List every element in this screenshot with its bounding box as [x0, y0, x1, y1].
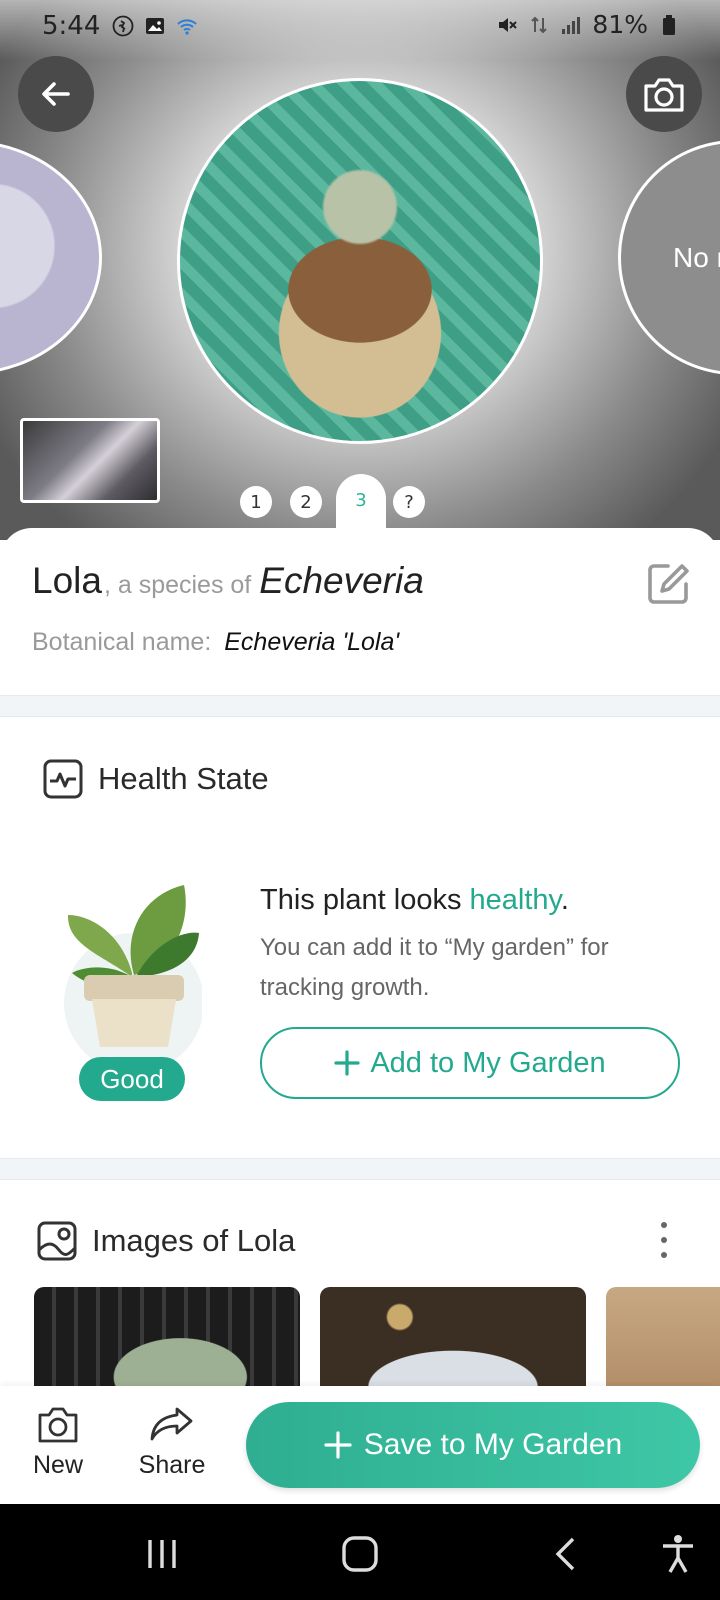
more-dot [661, 1222, 667, 1228]
recent-apps-button[interactable] [140, 1532, 184, 1576]
new-button[interactable]: New [30, 1405, 86, 1480]
healthy-plant-illustration [62, 875, 204, 1073]
plant-genus[interactable]: Echeveria [259, 560, 424, 602]
home-button[interactable] [338, 1532, 382, 1576]
carousel-photo-next[interactable]: No r [618, 140, 720, 375]
more-options-button[interactable] [654, 1222, 674, 1258]
save-to-garden-button[interactable]: Save to My Garden [246, 1402, 700, 1488]
health-status-badge: Good [79, 1057, 185, 1101]
status-bar: 5:44 81% [0, 0, 720, 52]
battery-percent: 81% [592, 10, 648, 39]
carousel-pager: 1 2 3 ? [0, 474, 720, 534]
activity-icon [112, 15, 134, 37]
camera-button[interactable] [626, 56, 702, 132]
plant-info-card [0, 528, 720, 688]
more-dot [661, 1237, 667, 1243]
add-to-garden-label: Add to My Garden [370, 1046, 606, 1079]
botanical-name-value: Echeveria 'Lola' [224, 628, 400, 656]
no-photo-label: No r [673, 241, 720, 273]
pager-dot-unknown[interactable]: ? [393, 486, 425, 518]
camera-icon [644, 78, 684, 112]
carousel-photo-previous[interactable] [0, 140, 102, 375]
pager-dot-3-active[interactable]: 3 [336, 474, 386, 534]
share-button[interactable]: Share [136, 1405, 208, 1480]
health-headline: This plant looks healthy. [260, 884, 569, 917]
botanical-name: Botanical name: Echeveria 'Lola' [32, 628, 399, 657]
accessibility-icon [663, 1535, 693, 1573]
system-back-button[interactable] [544, 1532, 588, 1576]
gallery-image[interactable] [320, 1287, 586, 1387]
recent-apps-icon [148, 1540, 176, 1568]
arrow-left-icon [42, 82, 70, 106]
images-section-header: Images of Lola [36, 1220, 295, 1262]
system-navigation-bar [0, 1504, 720, 1600]
gallery-icon [144, 15, 166, 37]
botanical-name-label: Botanical name: [32, 628, 212, 656]
wifi-icon [176, 15, 198, 37]
health-description: You can add it to “My garden” for tracki… [260, 934, 609, 1001]
camera-outline-icon [38, 1407, 78, 1443]
accessibility-button[interactable] [656, 1532, 700, 1576]
health-status-word: healthy [469, 884, 561, 916]
plant-name: Lola [32, 560, 102, 601]
photo-carousel[interactable]: No r 1 2 3 ? [0, 0, 720, 540]
data-transfer-icon [528, 14, 550, 36]
share-arrow-icon [150, 1407, 193, 1441]
edit-button[interactable] [646, 562, 690, 606]
mute-icon [496, 14, 518, 36]
share-label: Share [138, 1451, 206, 1479]
status-time: 5:44 [42, 11, 101, 41]
health-headline-prefix: This plant looks [260, 884, 470, 916]
plant-title: Lola , a species of Echeveria [32, 560, 424, 602]
pager-dot-1[interactable]: 1 [240, 486, 272, 518]
edit-icon [648, 564, 689, 604]
carousel-photo-current[interactable] [177, 78, 543, 444]
save-to-garden-label: Save to My Garden [363, 1428, 623, 1461]
section-divider [0, 695, 720, 717]
images-section-title: Images of Lola [92, 1223, 296, 1258]
battery-icon [658, 14, 680, 36]
plus-icon [324, 1431, 352, 1459]
back-button[interactable] [18, 56, 94, 132]
chevron-left-icon [555, 1537, 575, 1571]
gallery-image[interactable] [34, 1287, 300, 1387]
image-gallery-icon [37, 1221, 77, 1261]
gallery-image[interactable] [606, 1287, 720, 1387]
new-label: New [32, 1451, 83, 1479]
health-section-title: Health State [98, 761, 269, 796]
more-dot [661, 1252, 667, 1258]
health-headline-suffix: . [560, 884, 569, 916]
section-divider [0, 1158, 720, 1180]
signal-icon [560, 14, 582, 36]
home-icon [342, 1536, 378, 1572]
plus-icon [334, 1050, 360, 1076]
pager-dot-2[interactable]: 2 [290, 486, 322, 518]
species-of-label: , a species of [103, 571, 252, 599]
add-to-garden-button[interactable]: Add to My Garden [260, 1027, 680, 1099]
health-pulse-icon [43, 759, 83, 799]
health-section-header: Health State [42, 758, 269, 800]
